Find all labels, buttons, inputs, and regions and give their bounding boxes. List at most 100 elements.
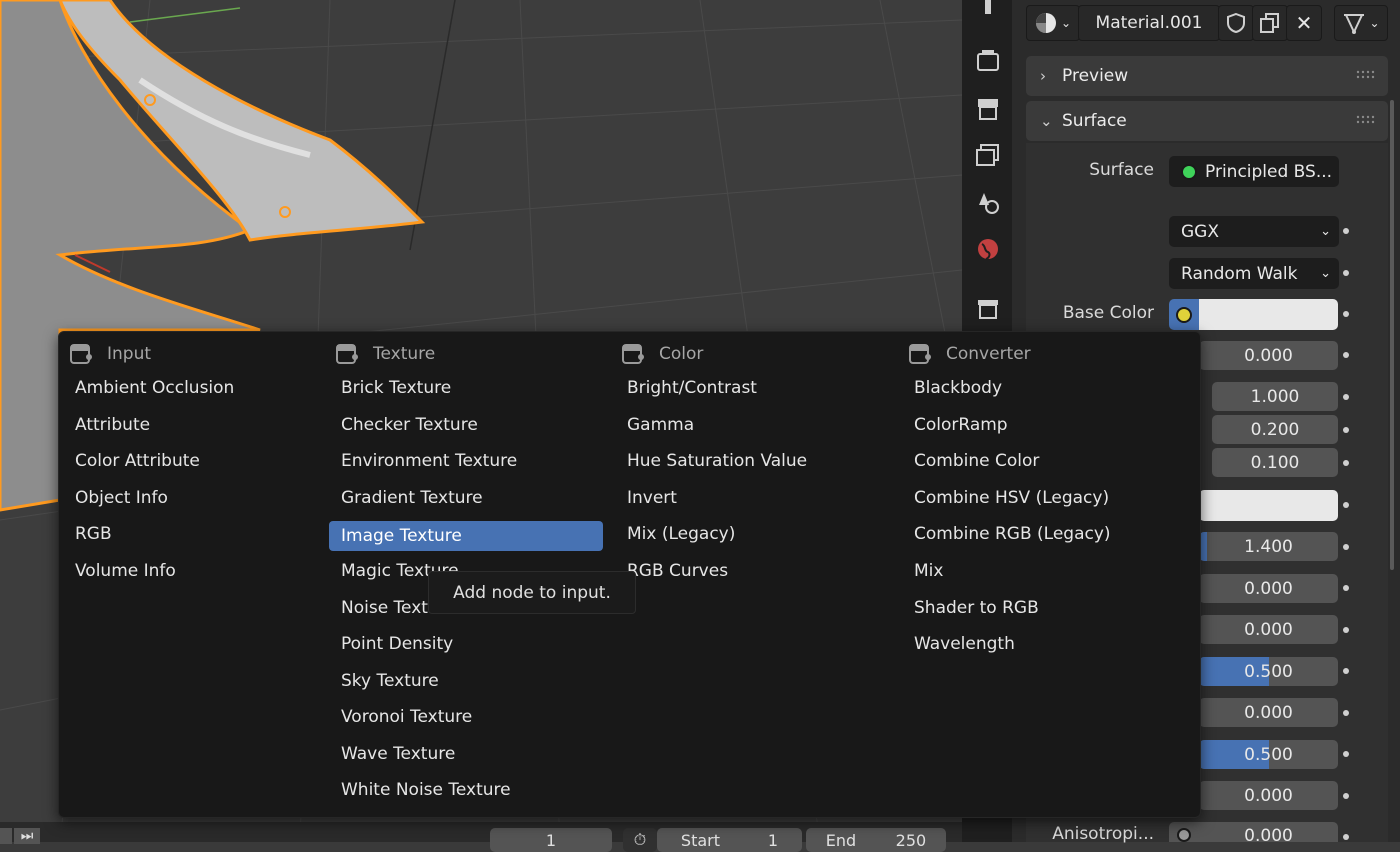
keyframe-dot[interactable] <box>1343 668 1349 674</box>
keyframe-dot[interactable] <box>1343 394 1349 400</box>
subsurface-radius-y-field[interactable]: 0.200 <box>1212 415 1338 444</box>
duplicate-material-button[interactable] <box>1252 5 1288 41</box>
menu-item[interactable]: Object Info <box>63 483 325 513</box>
anisotropic-socket-button[interactable] <box>1169 822 1199 842</box>
world-icon[interactable] <box>975 236 1001 262</box>
menu-column-header: Texture <box>335 342 435 366</box>
menu-column-header: Input <box>69 342 151 366</box>
menu-item[interactable]: Bright/Contrast <box>615 373 889 403</box>
duplicate-icon <box>1260 13 1279 33</box>
surface-shader-selector[interactable]: Principled BS... <box>1169 156 1339 187</box>
keyframe-dot[interactable] <box>1343 627 1349 633</box>
material-name-field[interactable]: Material.001 <box>1078 5 1220 41</box>
end-frame-field[interactable]: End 250 <box>806 828 946 852</box>
menu-item[interactable]: Sky Texture <box>329 666 603 696</box>
menu-item[interactable]: Checker Texture <box>329 410 603 440</box>
keyframe-dot[interactable] <box>1343 710 1349 716</box>
node-category-icon <box>622 344 644 364</box>
menu-item[interactable]: ColorRamp <box>902 410 1186 440</box>
anisotropic-field[interactable]: 0.000 <box>1199 781 1338 810</box>
menu-item[interactable]: Color Attribute <box>63 446 325 476</box>
menu-item[interactable]: Ambient Occlusion <box>63 373 325 403</box>
base-color-swatch[interactable] <box>1199 299 1338 330</box>
keyframe-dot[interactable] <box>1343 502 1349 508</box>
subsurface-field[interactable]: 0.000 <box>1199 341 1338 370</box>
keyframe-dot[interactable] <box>1343 751 1349 757</box>
properties-scrollbar[interactable] <box>1390 100 1394 570</box>
menu-item[interactable]: Brick Texture <box>329 373 603 403</box>
render-icon[interactable] <box>975 48 1001 74</box>
material-sphere-icon <box>1035 13 1056 33</box>
roughness-field[interactable]: 0.500 <box>1199 740 1338 769</box>
menu-item[interactable]: Combine RGB (Legacy) <box>902 519 1186 549</box>
stopwatch-button[interactable]: ⏱ <box>623 828 657 852</box>
menu-item[interactable]: Combine HSV (Legacy) <box>902 483 1186 513</box>
chevron-down-icon: ⌄ <box>1369 16 1380 30</box>
menu-item[interactable]: Combine Color <box>902 446 1186 476</box>
keyframe-dot[interactable] <box>1343 544 1349 550</box>
keyframe-dot[interactable] <box>1343 228 1349 234</box>
menu-item[interactable]: Environment Texture <box>329 446 603 476</box>
menu-item[interactable]: Gradient Texture <box>329 483 603 513</box>
metallic-field[interactable]: 0.000 <box>1199 615 1338 644</box>
surface-panel-header[interactable]: ⌄ Surface <box>1026 101 1388 141</box>
menu-item[interactable]: RGB Curves <box>615 556 889 586</box>
unlink-material-button[interactable]: ✕ <box>1286 5 1322 41</box>
menu-item[interactable]: Hue Saturation Value <box>615 446 889 476</box>
keyframe-dot[interactable] <box>1343 585 1349 591</box>
fake-user-button[interactable] <box>1218 5 1254 41</box>
menu-item[interactable]: Mix (Legacy) <box>615 519 889 549</box>
keyframe-dot[interactable] <box>1343 311 1349 317</box>
keyframe-dot[interactable] <box>1343 270 1349 276</box>
menu-item[interactable]: Volume Info <box>63 556 325 586</box>
keyframe-dot[interactable] <box>1343 793 1349 799</box>
menu-item[interactable]: White Noise Texture <box>329 775 603 805</box>
menu-item[interactable]: Blackbody <box>902 373 1186 403</box>
material-browse-button[interactable]: ⌄ <box>1026 5 1080 41</box>
keyframe-dot[interactable] <box>1343 352 1349 358</box>
drag-grip-icon[interactable] <box>1356 68 1376 82</box>
current-frame-field[interactable]: 1 <box>490 828 612 852</box>
ior-field[interactable]: 1.400 <box>1199 532 1338 561</box>
tool-icon[interactable] <box>975 0 1001 26</box>
distribution-dropdown[interactable]: GGX ⌄ <box>1169 216 1339 247</box>
menu-item[interactable]: Attribute <box>63 410 325 440</box>
menu-item[interactable]: Wave Texture <box>329 739 603 769</box>
menu-item[interactable]: RGB <box>63 519 325 549</box>
anisotropic-rotation-field[interactable]: 0.000 <box>1199 822 1338 842</box>
keyframe-dot[interactable] <box>1343 460 1349 466</box>
specular-field[interactable]: 0.500 <box>1199 657 1338 686</box>
output-icon[interactable] <box>975 96 1001 122</box>
menu-item[interactable]: Point Density <box>329 629 603 659</box>
scene-icon[interactable] <box>975 189 1001 215</box>
keyframe-dot[interactable] <box>1343 427 1349 433</box>
start-frame-field[interactable]: Start 1 <box>657 828 802 852</box>
preview-panel-header[interactable]: › Preview <box>1026 56 1388 96</box>
menu-item[interactable]: Shader to RGB <box>902 593 1186 623</box>
stopwatch-icon: ⏱ <box>633 830 647 849</box>
subsurface-radius-z-field[interactable]: 0.100 <box>1212 448 1338 477</box>
menu-item[interactable]: Voronoi Texture <box>329 702 603 732</box>
close-icon: ✕ <box>1295 11 1313 35</box>
base-color-label: Base Color <box>1062 303 1154 323</box>
drag-grip-icon[interactable] <box>1356 113 1376 127</box>
value-socket-icon <box>1177 828 1191 842</box>
base-color-socket-button[interactable] <box>1169 299 1199 330</box>
color-socket-icon <box>1176 306 1192 323</box>
view-layer-icon[interactable] <box>975 142 1001 168</box>
subsurface-radius-x-field[interactable]: 1.000 <box>1212 382 1338 411</box>
keyframe-dot[interactable] <box>1343 834 1349 840</box>
subsurface-color-swatch[interactable] <box>1199 490 1338 521</box>
surface-label: Surface <box>1089 160 1154 180</box>
menu-item[interactable]: Wavelength <box>902 629 1186 659</box>
collection-icon[interactable] <box>975 296 1001 322</box>
menu-item[interactable]: Invert <box>615 483 889 513</box>
subsurface-anisotropy-field[interactable]: 0.000 <box>1199 574 1338 603</box>
node-tree-button[interactable]: ⌄ <box>1334 5 1388 41</box>
menu-item-highlighted[interactable]: Image Texture <box>329 521 603 551</box>
menu-column-header: Color <box>621 342 703 366</box>
subsurface-method-dropdown[interactable]: Random Walk ⌄ <box>1169 258 1339 289</box>
menu-item[interactable]: Mix <box>902 556 1186 586</box>
menu-item[interactable]: Gamma <box>615 410 889 440</box>
specular-tint-field[interactable]: 0.000 <box>1199 698 1338 727</box>
